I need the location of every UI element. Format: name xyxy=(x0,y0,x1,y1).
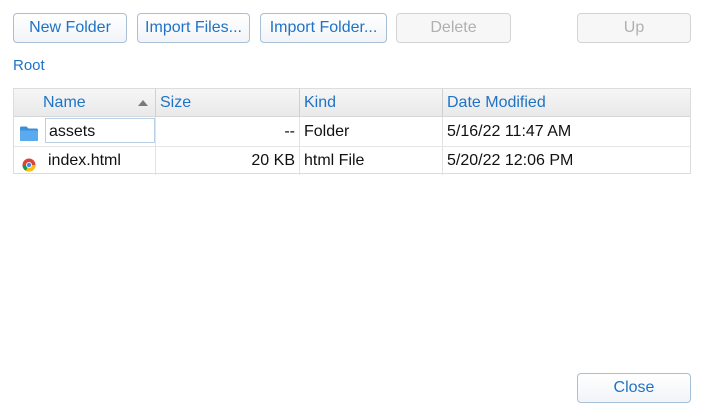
date-modified-cell: 5/16/22 11:47 AM xyxy=(447,123,572,140)
column-header-date-modified[interactable]: Date Modified xyxy=(443,89,690,116)
sort-ascending-icon xyxy=(138,100,148,106)
name-edit-field[interactable]: assets xyxy=(45,118,155,143)
table-row[interactable]: assets -- Folder 5/16/22 11:47 AM xyxy=(14,117,690,147)
new-folder-button[interactable]: New Folder xyxy=(13,13,127,43)
date-modified-cell: 5/20/22 12:06 PM xyxy=(447,152,574,169)
column-header-kind[interactable]: Kind xyxy=(300,89,443,116)
chrome-icon xyxy=(22,153,36,172)
breadcrumb-root[interactable]: Root xyxy=(13,57,45,74)
kind-cell: Folder xyxy=(300,117,443,146)
close-button[interactable]: Close xyxy=(577,373,691,403)
import-files-button[interactable]: Import Files... xyxy=(137,13,250,43)
column-header-size[interactable]: Size xyxy=(156,89,300,116)
up-button[interactable]: Up xyxy=(577,13,691,43)
size-cell: 20 KB xyxy=(156,146,300,175)
delete-button[interactable]: Delete xyxy=(396,13,511,43)
name-cell: index.html xyxy=(14,146,156,175)
file-table: Name Size Kind Date Modified assets -- F… xyxy=(13,88,691,175)
table-header: Name Size Kind Date Modified xyxy=(14,89,690,117)
import-folder-button[interactable]: Import Folder... xyxy=(260,13,387,43)
column-header-name[interactable]: Name xyxy=(14,89,156,116)
table-row[interactable]: index.html 20 KB html File 5/20/22 12:06… xyxy=(14,146,690,175)
folder-icon xyxy=(19,123,39,141)
file-name: index.html xyxy=(48,152,121,169)
name-cell: assets xyxy=(14,117,156,146)
kind-cell: html File xyxy=(300,146,443,175)
size-cell: -- xyxy=(156,117,300,146)
file-manager-dialog: New Folder Import Files... Import Folder… xyxy=(0,0,703,413)
column-header-name-label: Name xyxy=(43,94,86,111)
